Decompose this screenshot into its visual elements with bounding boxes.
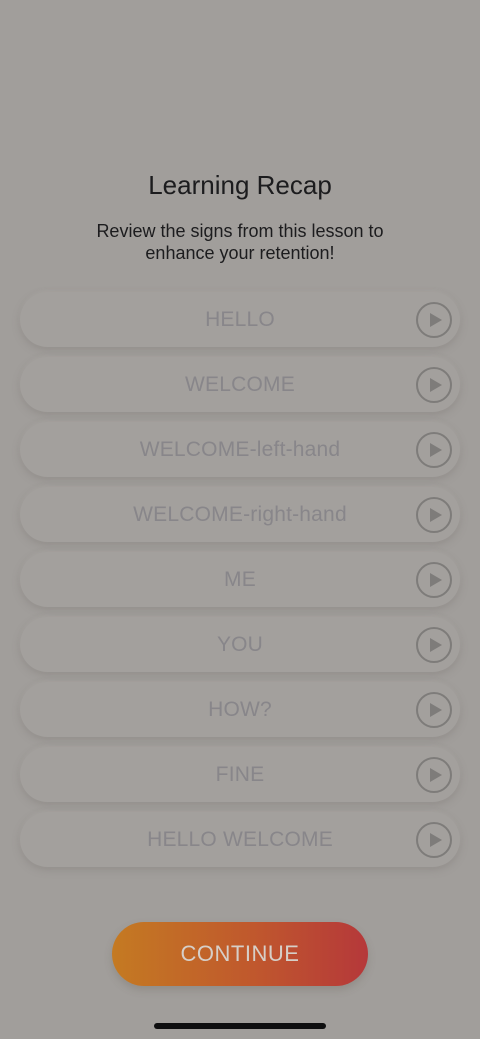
sign-row-hello[interactable]: HELLO <box>20 292 460 347</box>
play-circle-icon[interactable] <box>416 757 452 793</box>
page-title: Learning Recap <box>148 170 332 200</box>
sign-label: WELCOME-left-hand <box>139 437 341 461</box>
play-circle-icon[interactable] <box>416 562 452 598</box>
sign-label: HELLO WELCOME <box>147 827 333 851</box>
sign-row-fine[interactable]: FINE <box>20 747 460 802</box>
play-circle-icon[interactable] <box>416 822 452 858</box>
play-circle-icon[interactable] <box>416 497 452 533</box>
sign-label: YOU <box>216 632 264 656</box>
play-circle-icon[interactable] <box>416 432 452 468</box>
sign-row-hello-welcome[interactable]: HELLO WELCOME <box>20 812 460 867</box>
sign-label: FINE <box>215 762 265 786</box>
sign-row-welcome-right-hand[interactable]: WELCOME-right-hand <box>20 487 460 542</box>
sign-row-you[interactable]: YOU <box>20 617 460 672</box>
continue-button[interactable]: CONTINUE <box>112 922 368 986</box>
sign-row-me[interactable]: ME <box>20 552 460 607</box>
sign-row-welcome[interactable]: WELCOME <box>20 357 460 412</box>
play-circle-icon[interactable] <box>416 627 452 663</box>
sign-label: HELLO <box>205 307 275 331</box>
sign-list: HELLO WELCOME WELCOME-left-hand WELCOME-… <box>20 292 460 877</box>
play-circle-icon[interactable] <box>416 692 452 728</box>
sign-row-welcome-left-hand[interactable]: WELCOME-left-hand <box>20 422 460 477</box>
sign-label: WELCOME-right-hand <box>133 502 347 526</box>
sign-label: ME <box>224 567 256 591</box>
play-circle-icon[interactable] <box>416 367 452 403</box>
sign-label: WELCOME <box>185 372 295 396</box>
sign-label: HOW? <box>208 697 272 721</box>
play-circle-icon[interactable] <box>416 302 452 338</box>
page-subtitle: Review the signs from this lesson to enh… <box>96 221 384 263</box>
sign-row-how[interactable]: HOW? <box>20 682 460 737</box>
home-indicator <box>154 1023 326 1029</box>
